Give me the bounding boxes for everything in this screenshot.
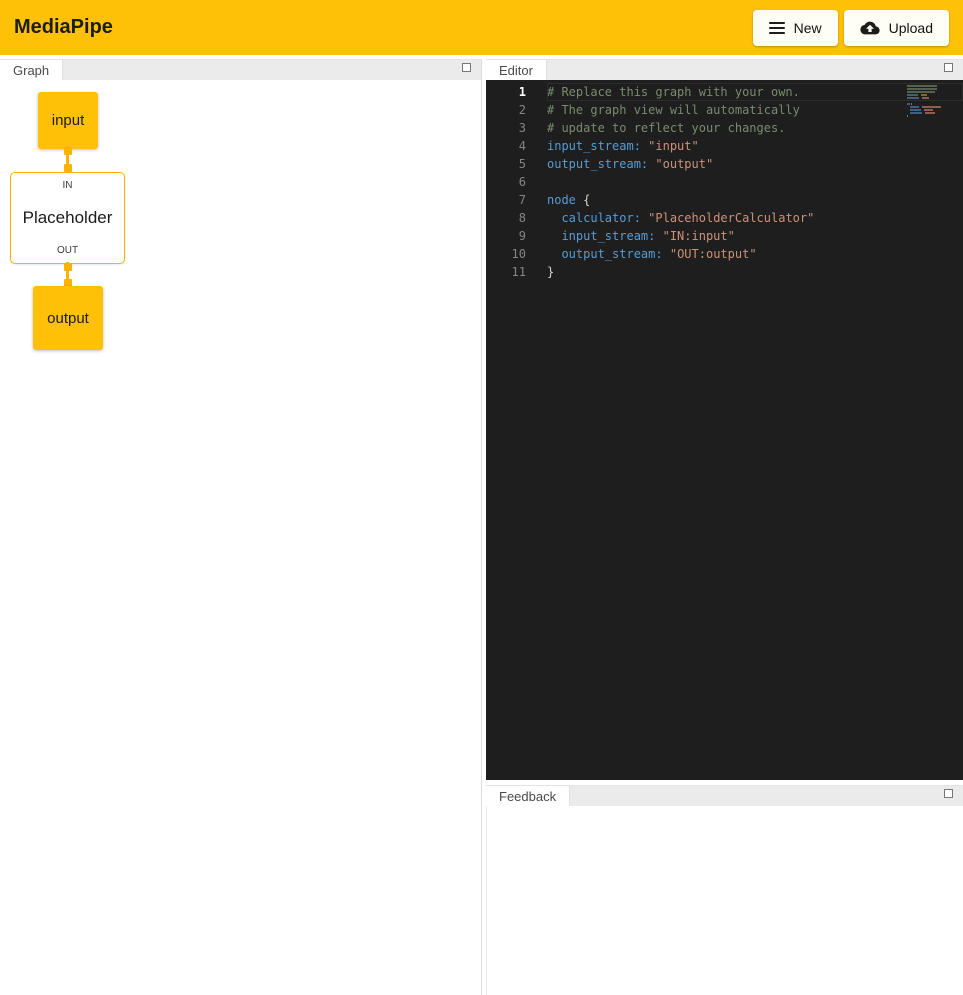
code-line[interactable]: # update to reflect your changes. [547, 119, 963, 137]
menu-lines-icon [769, 22, 785, 34]
code-line[interactable] [547, 173, 963, 191]
code-line[interactable]: output_stream: "OUT:output" [547, 245, 963, 263]
editor-gutter: 1234567891011 [486, 83, 526, 281]
tab-editor[interactable]: Editor [486, 60, 547, 80]
code-line[interactable]: node { [547, 191, 963, 209]
graph-expand-icon[interactable] [462, 63, 471, 72]
graph-node-input-label: input [52, 112, 85, 129]
editor-panel: Editor 1234567891011 # Replace this grap… [486, 59, 963, 780]
minimap-line [907, 106, 941, 108]
tab-graph[interactable]: Graph [0, 60, 63, 80]
graph-node-placeholder[interactable]: IN Placeholder OUT [10, 172, 125, 264]
minimap-line [907, 88, 941, 90]
placeholder-in-port-label: IN [63, 180, 73, 191]
code-line[interactable]: output_stream: "output" [547, 155, 963, 173]
feedback-tab-bar: Feedback [486, 785, 963, 806]
port-placeholder-in [64, 164, 72, 172]
graph-node-input[interactable]: input [38, 92, 98, 149]
line-number: 1 [486, 83, 526, 101]
minimap-line [907, 100, 941, 102]
line-number: 10 [486, 245, 526, 263]
upload-button[interactable]: Upload [844, 10, 949, 46]
app-header: MediaPipe New Upload [0, 0, 963, 55]
minimap-line [907, 112, 941, 114]
code-line[interactable]: calculator: "PlaceholderCalculator" [547, 209, 963, 227]
line-number: 11 [486, 263, 526, 281]
cloud-upload-icon [860, 20, 880, 36]
editor-minimap[interactable] [907, 85, 941, 118]
feedback-expand-icon[interactable] [944, 789, 953, 798]
upload-button-label: Upload [889, 20, 933, 36]
editor-code[interactable]: # Replace this graph with your own.# The… [547, 83, 963, 281]
line-number: 9 [486, 227, 526, 245]
graph-node-output[interactable]: output [33, 286, 103, 350]
app-title: MediaPipe [14, 16, 113, 39]
feedback-content [486, 806, 963, 995]
code-editor[interactable]: 1234567891011 # Replace this graph with … [486, 80, 963, 780]
line-number: 5 [486, 155, 526, 173]
line-number: 3 [486, 119, 526, 137]
code-line[interactable]: # The graph view will automatically [547, 101, 963, 119]
graph-tab-bar: Graph [0, 59, 481, 80]
graph-panel: Graph input IN Placeholder OUT output [0, 59, 482, 995]
tab-feedback[interactable]: Feedback [486, 786, 570, 806]
graph-canvas[interactable]: input IN Placeholder OUT output [0, 80, 481, 995]
editor-tab-bar: Editor [486, 59, 963, 80]
minimap-line [907, 115, 941, 117]
header-actions: New Upload [753, 10, 949, 46]
minimap-line [907, 94, 941, 96]
port-placeholder-out [64, 263, 72, 271]
new-button[interactable]: New [753, 10, 838, 46]
placeholder-out-port-label: OUT [57, 245, 78, 256]
minimap-line [907, 103, 941, 105]
code-line[interactable]: input_stream: "IN:input" [547, 227, 963, 245]
line-number: 2 [486, 101, 526, 119]
minimap-line [907, 91, 941, 93]
code-line[interactable]: input_stream: "input" [547, 137, 963, 155]
minimap-line [907, 109, 941, 111]
line-number: 8 [486, 209, 526, 227]
line-number: 6 [486, 173, 526, 191]
new-button-label: New [794, 20, 822, 36]
editor-expand-icon[interactable] [944, 63, 953, 72]
placeholder-node-title: Placeholder [23, 208, 113, 228]
line-number: 4 [486, 137, 526, 155]
minimap-line [907, 85, 941, 87]
graph-node-output-label: output [47, 310, 89, 327]
minimap-line [907, 97, 941, 99]
line-number: 7 [486, 191, 526, 209]
feedback-panel: Feedback [486, 785, 963, 995]
port-input-out [64, 147, 72, 155]
code-line[interactable]: # Replace this graph with your own. [547, 83, 963, 101]
code-line[interactable]: } [547, 263, 963, 281]
